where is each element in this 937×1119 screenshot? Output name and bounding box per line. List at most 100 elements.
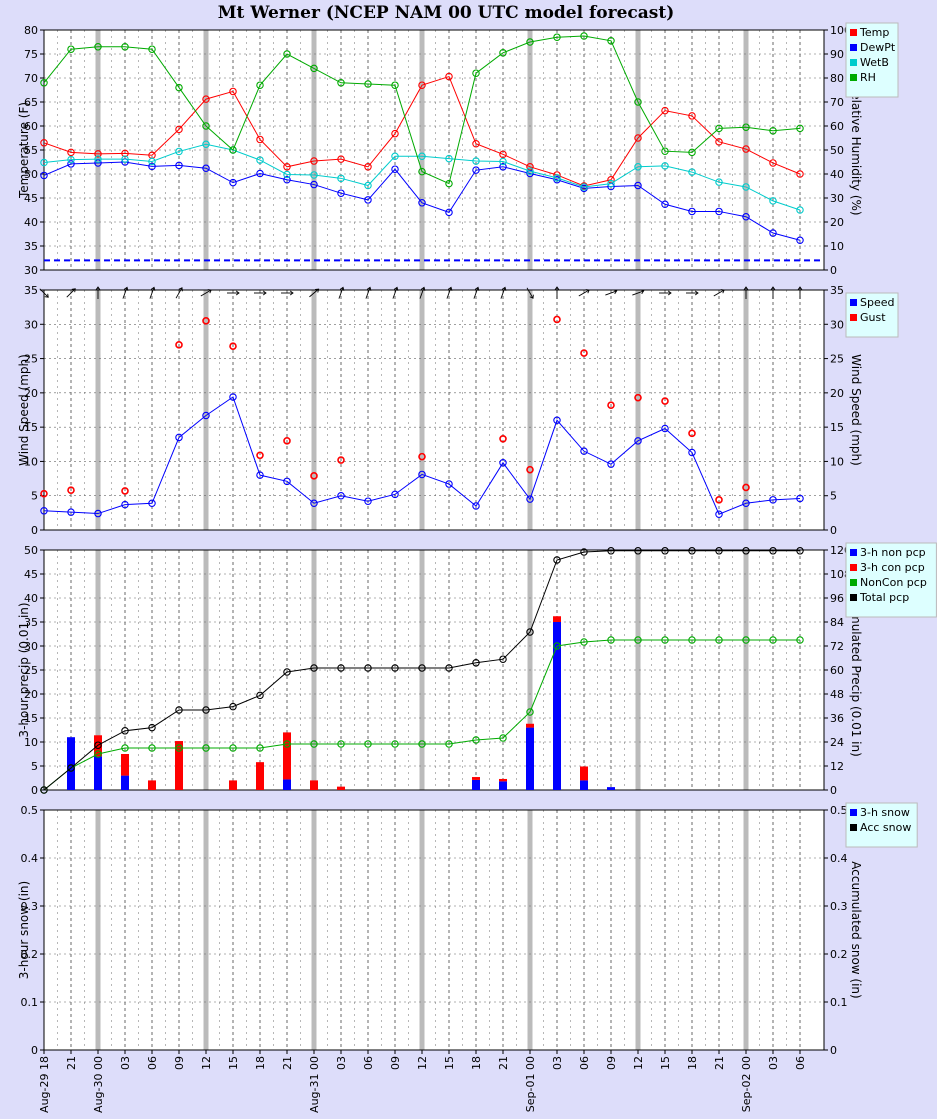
bar-conv-precip [526, 723, 534, 728]
y2-tick-label: 30 [830, 192, 844, 205]
x-tick-label: 12 [416, 1056, 429, 1070]
x-tick-label: 21 [281, 1056, 294, 1070]
x-tick-label: 21 [497, 1056, 510, 1070]
y2-tick-label: 60 [830, 120, 844, 133]
x-tick-label: 18 [470, 1056, 483, 1070]
legend-label: 3-h non pcp [860, 546, 926, 559]
y2-tick-label: 25 [830, 353, 844, 366]
bar-conv-precip [472, 777, 480, 780]
legend-swatch [850, 44, 857, 51]
y2-tick-label: 0.1 [830, 996, 848, 1009]
bar-non-conv-precip [526, 727, 534, 790]
panel-background [44, 290, 824, 530]
bar-conv-precip [553, 616, 561, 622]
y2-tick-label: 5 [830, 490, 837, 503]
x-tick-label: 06 [146, 1056, 159, 1070]
y-tick-label: 50 [24, 544, 38, 557]
y2-tick-label: 72 [830, 640, 844, 653]
y-tick-label: 0 [31, 784, 38, 797]
panel-background [44, 810, 824, 1050]
y2-tick-label: 0 [830, 784, 837, 797]
y2-axis-label: Relative Humidity (%) [849, 84, 863, 215]
legend-swatch [850, 824, 857, 831]
y-tick-label: 70 [24, 72, 38, 85]
bar-non-conv-precip [94, 756, 102, 790]
bar-conv-precip [337, 786, 345, 790]
legend-label: 3-h con pcp [860, 561, 925, 574]
x-tick-label: 21 [65, 1056, 78, 1070]
y-tick-label: 40 [24, 216, 38, 229]
x-tick-label: 06 [794, 1056, 807, 1070]
bar-conv-precip [499, 778, 507, 782]
y-tick-label: 5 [31, 490, 38, 503]
y2-tick-label: 84 [830, 616, 844, 629]
y-tick-label: 35 [24, 284, 38, 297]
y-tick-label: 30 [24, 264, 38, 277]
x-tick-label: 03 [335, 1056, 348, 1070]
y2-tick-label: 60 [830, 664, 844, 677]
legend-swatch [850, 59, 857, 66]
y2-tick-label: 40 [830, 168, 844, 181]
meteogram-chart: Mt Werner (NCEP NAM 00 UTC model forecas… [17, 3, 937, 1113]
x-tick-label: Sep-02 00 [740, 1056, 753, 1112]
y-axis-label: Temperature (F) [17, 102, 31, 199]
legend-swatch [850, 299, 857, 306]
panel-3: 0510152025303540455001224364860728496108… [17, 542, 937, 797]
y-tick-label: 0.4 [21, 852, 39, 865]
legend-swatch [850, 74, 857, 81]
x-tick-label: 21 [713, 1056, 726, 1070]
x-tick-label: Aug-31 00 [308, 1056, 321, 1113]
y-tick-label: 5 [31, 760, 38, 773]
y2-tick-label: 20 [830, 216, 844, 229]
y2-tick-label: 96 [830, 592, 844, 605]
chart-title: Mt Werner (NCEP NAM 00 UTC model forecas… [218, 3, 675, 23]
y-tick-label: 45 [24, 568, 38, 581]
y2-tick-label: 10 [830, 455, 844, 468]
legend: Speed Gust [845, 292, 899, 338]
x-tick-label: 09 [389, 1056, 402, 1070]
x-tick-label: 18 [254, 1056, 267, 1070]
bar-non-conv-precip [580, 780, 588, 790]
y-tick-label: 0 [31, 1044, 38, 1057]
legend-label: Acc snow [860, 821, 911, 834]
y2-tick-label: 0 [830, 1044, 837, 1057]
legend-label: RH [860, 71, 876, 84]
panel-4: 00.10.20.30.40.500.10.20.30.40.53-hour s… [17, 802, 918, 1057]
legend-swatch [850, 549, 857, 556]
x-tick-label: Aug-29 18 [38, 1056, 51, 1113]
y-tick-label: 30 [24, 318, 38, 331]
bar-conv-precip [580, 766, 588, 781]
y-axis-label: 3-hour snow (in) [17, 881, 31, 979]
legend-swatch [850, 564, 857, 571]
bar-non-conv-precip [607, 787, 615, 790]
x-tick-label: 15 [227, 1056, 240, 1070]
x-tick-label: 15 [443, 1056, 456, 1070]
y2-tick-label: 0.4 [830, 852, 848, 865]
y2-tick-label: 15 [830, 421, 844, 434]
bar-non-conv-precip [67, 737, 75, 790]
legend: Temp DewPt WetB RH [845, 22, 899, 98]
y2-axis-label: Accumulated snow (in) [849, 861, 863, 998]
x-tick-label: 12 [632, 1056, 645, 1070]
legend-label: Gust [860, 311, 886, 324]
legend-label: NonCon pcp [860, 576, 927, 589]
bar-non-conv-precip [472, 779, 480, 790]
x-tick-label: 12 [200, 1056, 213, 1070]
legend-label: 3-h snow [860, 806, 910, 819]
bar-non-conv-precip [499, 781, 507, 790]
legend-label: DewPt [860, 41, 896, 54]
legend: 3-h snow Acc snow [845, 802, 918, 848]
legend-label: Total pcp [859, 591, 909, 604]
y2-tick-label: 35 [830, 284, 844, 297]
y2-tick-label: 50 [830, 144, 844, 157]
y2-tick-label: 36 [830, 712, 844, 725]
bar-non-conv-precip [283, 779, 291, 790]
y-tick-label: 80 [24, 24, 38, 37]
y-tick-label: 75 [24, 48, 38, 61]
x-tick-label: 06 [362, 1056, 375, 1070]
y2-tick-label: 10 [830, 240, 844, 253]
y2-tick-label: 20 [830, 387, 844, 400]
y2-axis-label: Wind Speed (mph) [849, 354, 863, 466]
y2-tick-label: 48 [830, 688, 844, 701]
legend-label: Temp [859, 26, 889, 39]
